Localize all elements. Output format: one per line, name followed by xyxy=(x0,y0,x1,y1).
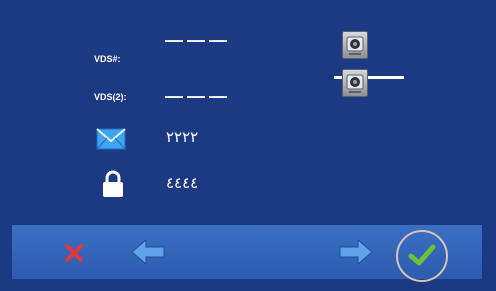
message-value[interactable]: ٢٢٢٢ xyxy=(166,128,198,146)
lock-value[interactable]: ٤٤٤٤ xyxy=(166,174,198,192)
confirm-button[interactable] xyxy=(396,230,448,282)
toolbar xyxy=(12,225,482,282)
camera-icon[interactable] xyxy=(342,69,368,97)
arrow-left-icon[interactable] xyxy=(130,239,166,265)
envelope-icon xyxy=(96,128,126,150)
vds2-label: VDS(2): xyxy=(94,92,127,102)
camera-icon[interactable] xyxy=(342,31,368,59)
arrow-right-icon[interactable] xyxy=(338,239,374,265)
vds2-value[interactable]: ——— xyxy=(165,86,231,107)
checkmark-icon[interactable] xyxy=(408,243,436,267)
close-icon[interactable] xyxy=(64,243,84,263)
vds1-label: VDS#: xyxy=(94,54,121,64)
vds1-value[interactable]: ——— xyxy=(165,30,231,51)
padlock-icon xyxy=(103,170,123,197)
